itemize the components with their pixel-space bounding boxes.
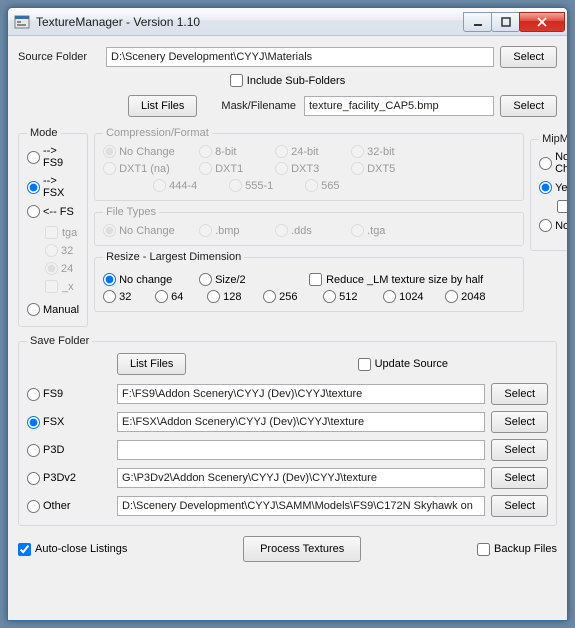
source-folder-input[interactable] bbox=[106, 47, 494, 67]
comp-dxt1na-radio: DXT1 (na) bbox=[103, 162, 199, 175]
ft-bmp-radio: .bmp bbox=[199, 224, 275, 237]
app-window: TextureManager - Version 1.10 Source Fol… bbox=[7, 7, 568, 621]
mip-nochange-radio[interactable]: No Change bbox=[539, 151, 567, 175]
comp-dxt5-radio: DXT5 bbox=[351, 162, 427, 175]
ft-tga-radio: .tga bbox=[351, 224, 427, 237]
resize-128-radio[interactable]: 128 bbox=[207, 290, 263, 303]
comp-nochange-radio: No Change bbox=[103, 145, 199, 158]
save-p3d-input[interactable] bbox=[117, 440, 485, 460]
resize-64-radio[interactable]: 64 bbox=[155, 290, 207, 303]
save-p3d-radio[interactable]: P3D bbox=[27, 444, 117, 457]
compression-group: Compression/Format No Change 8-bit 24-bi… bbox=[94, 127, 524, 201]
mode-fs9-radio[interactable]: --> FS9 bbox=[27, 145, 79, 169]
mode-x-checkbox: _x bbox=[45, 280, 79, 293]
resize-32-radio[interactable]: 32 bbox=[103, 290, 155, 303]
save-p3dv2-radio[interactable]: P3Dv2 bbox=[27, 472, 117, 485]
save-fsx-select-button[interactable]: Select bbox=[491, 411, 548, 433]
mode-group: Mode --> FS9 --> FSX <-- FS tga 32 24 _x… bbox=[18, 127, 88, 327]
comp-444-radio: 444-4 bbox=[153, 179, 229, 192]
mode-from-fs-radio[interactable]: <-- FS bbox=[27, 205, 79, 218]
resize-256-radio[interactable]: 256 bbox=[263, 290, 323, 303]
mode-24-radio: 24 bbox=[45, 262, 79, 275]
include-subfolders-checkbox[interactable]: Include Sub-Folders bbox=[230, 74, 345, 87]
source-select-button[interactable]: Select bbox=[500, 46, 557, 68]
mode-fsx-radio[interactable]: --> FSX bbox=[27, 175, 79, 199]
app-icon bbox=[14, 14, 30, 30]
source-list-files-button[interactable]: List Files bbox=[128, 95, 197, 117]
resize-nochange-radio[interactable]: No change bbox=[103, 273, 199, 286]
save-fs9-radio[interactable]: FS9 bbox=[27, 388, 117, 401]
ft-dds-radio: .dds bbox=[275, 224, 351, 237]
close-button[interactable] bbox=[519, 12, 565, 32]
resize-reduce-lm-checkbox[interactable]: Reduce _LM texture size by half bbox=[309, 273, 483, 286]
mask-input[interactable] bbox=[304, 96, 494, 116]
mip-dither-checkbox[interactable]: Dither bbox=[557, 200, 567, 213]
mip-no-radio[interactable]: No bbox=[539, 219, 567, 232]
save-other-radio[interactable]: Other bbox=[27, 500, 117, 513]
save-fsx-radio[interactable]: FSX bbox=[27, 416, 117, 429]
mask-select-button[interactable]: Select bbox=[500, 95, 557, 117]
comp-565-radio: 565 bbox=[305, 179, 381, 192]
titlebar: TextureManager - Version 1.10 bbox=[8, 8, 567, 36]
save-fs9-input[interactable] bbox=[117, 384, 485, 404]
save-p3d-select-button[interactable]: Select bbox=[491, 439, 548, 461]
resize-1024-radio[interactable]: 1024 bbox=[383, 290, 445, 303]
comp-24bit-radio: 24-bit bbox=[275, 145, 351, 158]
maximize-button[interactable] bbox=[491, 12, 520, 32]
minimize-button[interactable] bbox=[463, 12, 492, 32]
ft-nochange-radio: No Change bbox=[103, 224, 199, 237]
save-other-input[interactable] bbox=[117, 496, 485, 516]
save-list-files-button[interactable]: List Files bbox=[117, 353, 186, 375]
window-title: TextureManager - Version 1.10 bbox=[36, 15, 464, 29]
filetypes-group: File Types No Change .bmp .dds .tga bbox=[94, 206, 524, 246]
resize-half-radio[interactable]: Size/2 bbox=[199, 273, 289, 286]
resize-2048-radio[interactable]: 2048 bbox=[445, 290, 501, 303]
comp-32bit-radio: 32-bit bbox=[351, 145, 427, 158]
backup-files-checkbox[interactable]: Backup Files bbox=[477, 543, 557, 556]
save-other-select-button[interactable]: Select bbox=[491, 495, 548, 517]
update-source-checkbox[interactable]: Update Source bbox=[358, 358, 448, 371]
comp-dxt1-radio: DXT1 bbox=[199, 162, 275, 175]
save-fsx-input[interactable] bbox=[117, 412, 485, 432]
comp-555-radio: 555-1 bbox=[229, 179, 305, 192]
autoclose-checkbox[interactable]: Auto-close Listings bbox=[18, 543, 127, 556]
process-textures-button[interactable]: Process Textures bbox=[243, 536, 361, 562]
resize-group: Resize - Largest Dimension No change Siz… bbox=[94, 251, 524, 312]
save-p3dv2-input[interactable] bbox=[117, 468, 485, 488]
save-group: Save Folder List Files Update Source FS9… bbox=[18, 335, 557, 526]
save-p3dv2-select-button[interactable]: Select bbox=[491, 467, 548, 489]
comp-dxt3-radio: DXT3 bbox=[275, 162, 351, 175]
comp-8bit-radio: 8-bit bbox=[199, 145, 275, 158]
mask-label: Mask/Filename bbox=[221, 100, 296, 112]
mode-tga-checkbox: tga bbox=[45, 226, 79, 239]
mip-yes-radio[interactable]: Yes bbox=[539, 181, 567, 194]
mipmaps-group: MipMaps No Change Yes Dither No bbox=[530, 133, 567, 251]
mode-manual-radio[interactable]: Manual bbox=[27, 303, 79, 316]
source-folder-label: Source Folder bbox=[18, 51, 106, 63]
mode-32-radio: 32 bbox=[45, 244, 79, 257]
resize-512-radio[interactable]: 512 bbox=[323, 290, 383, 303]
save-fs9-select-button[interactable]: Select bbox=[491, 383, 548, 405]
